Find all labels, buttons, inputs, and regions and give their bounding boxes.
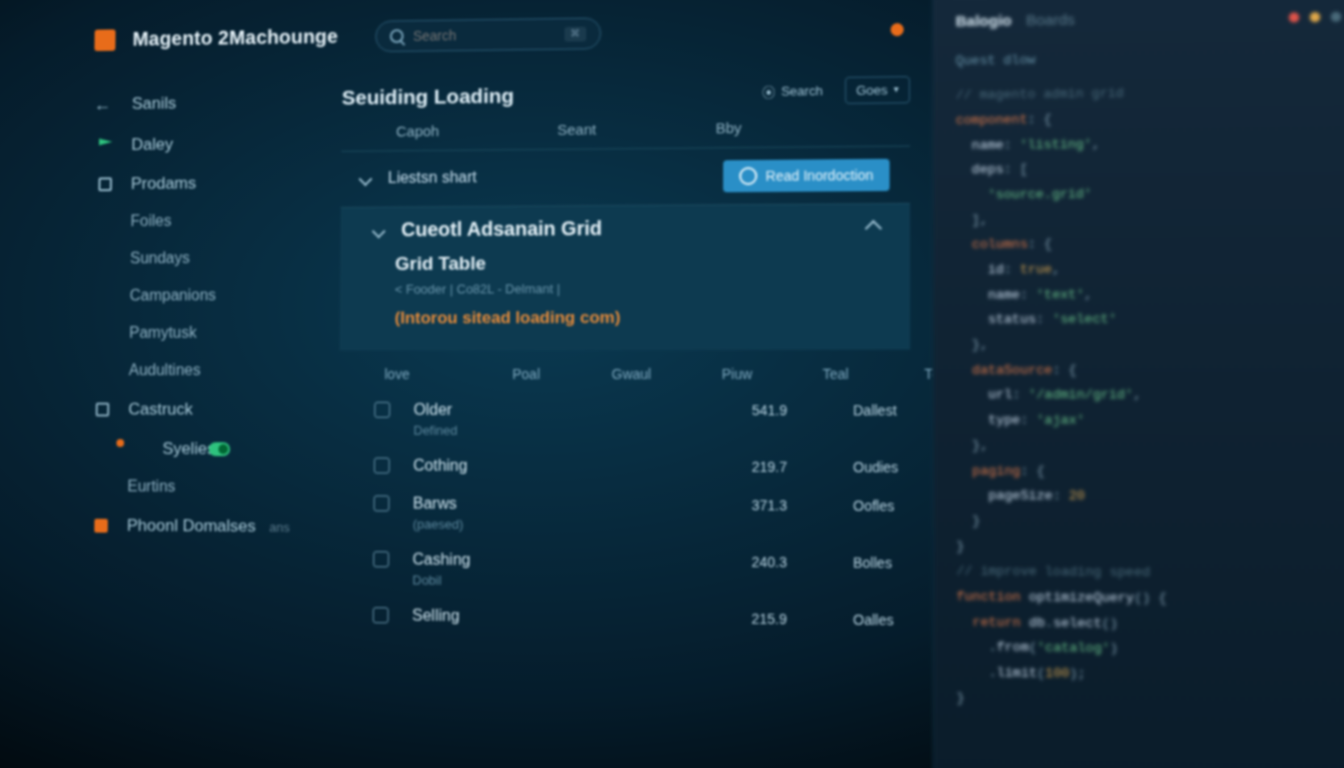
sidebar-item-label: Sundays — [130, 250, 190, 268]
grid-icon — [96, 403, 110, 417]
keyboard-shortcut-badge: ⌘ — [564, 26, 586, 41]
toolbar-search-button[interactable]: ⦿ Search — [752, 76, 833, 106]
chevron-down-icon — [359, 172, 373, 186]
col-header[interactable]: Poal — [512, 366, 601, 382]
tab-1[interactable]: Capoh — [396, 123, 439, 140]
chevron-down-icon: ▾ — [894, 84, 899, 95]
tab-2[interactable]: Seant — [557, 122, 596, 139]
checkbox[interactable] — [374, 495, 390, 511]
sidebar: ← Sanils Daley Prodams Foiles Sundays Campan… — [11, 69, 317, 767]
checkbox[interactable] — [374, 458, 390, 474]
expand-icon[interactable] — [1331, 12, 1342, 22]
section-expanded[interactable]: Cueotl Adsanain Grid — [340, 204, 909, 254]
search-icon — [390, 29, 404, 43]
section-label: Liestsn shart — [388, 169, 477, 188]
col-header[interactable]: Piuw — [722, 366, 813, 382]
sidebar-item[interactable]: Syelies — [15, 429, 314, 469]
table-row[interactable]: Selling215.9Oalles1dlm — [337, 597, 910, 641]
sidebar-item[interactable]: Sundays — [17, 240, 315, 279]
sidebar-item[interactable]: Eurtins — [14, 468, 313, 507]
checkbox[interactable] — [373, 607, 389, 623]
code-subtitle: Quest dlow — [956, 44, 1342, 74]
row-sublabel: Defined — [413, 423, 531, 438]
main-content: Seuiding Loading ⦿ Search Goes ▾ Capoh — [311, 61, 933, 768]
table-row[interactable]: Barws(paesed)371.3Oofles7dlm — [338, 485, 910, 544]
code-panel: Balogio Boards Quest dlow // magento adm… — [932, 0, 1344, 768]
row-label: Barws — [413, 496, 532, 515]
sidebar-item-label: Audultines — [129, 362, 201, 380]
sidebar-item[interactable]: Pamytusk — [16, 315, 314, 353]
sidebar-item-label: Eurtins — [127, 479, 175, 497]
brand-logo — [94, 29, 115, 51]
col-header[interactable]: Teal — [823, 366, 915, 382]
warn-icon — [94, 519, 108, 533]
sidebar-item[interactable]: Audultines — [16, 352, 314, 390]
sidebar-back-label: Sanils — [132, 94, 177, 114]
square-icon — [98, 177, 112, 191]
arrow-up-icon[interactable] — [865, 219, 882, 236]
table-row[interactable]: CashingDobil240.3Bolles1dlm — [338, 541, 911, 602]
sidebar-item-label: Castruck — [128, 400, 193, 420]
sidebar-item[interactable]: Foiles — [18, 202, 316, 241]
checkbox[interactable] — [373, 551, 389, 567]
table-row[interactable]: OlderDefined541.9Dallest1dlm — [339, 392, 910, 449]
detail-breadcrumb: < Fooder | Co82L - Delmant | — [395, 280, 876, 297]
sidebar-item-label: Campanions — [130, 287, 217, 305]
row-sublabel: (paesed) — [413, 517, 532, 533]
sidebar-item[interactable]: Castruck — [15, 390, 314, 430]
toolbar-filter-button[interactable]: Goes ▾ — [845, 76, 910, 104]
col-header[interactable]: Gwaul — [612, 366, 712, 382]
header: Magento 2Machounge ⌘ — [20, 0, 932, 72]
detail-title: Grid Table — [395, 252, 875, 276]
row-label: Older — [414, 402, 532, 420]
toggle-icon — [209, 442, 230, 456]
primary-action-button[interactable]: Read Inordoction — [723, 159, 889, 192]
page-title: Seuiding Loading — [342, 84, 514, 110]
sidebar-item-label: Phoonl Domalses — [127, 516, 256, 537]
search-input[interactable]: ⌘ — [375, 17, 601, 52]
sidebar-back[interactable]: ← Sanils — [19, 82, 316, 124]
col-header[interactable]: love — [384, 366, 502, 382]
close-icon[interactable] — [1289, 13, 1300, 23]
row-label: Cothing — [413, 458, 532, 476]
detail-warning: (Intorou sitead loading com) — [395, 307, 876, 328]
sidebar-item[interactable]: Phoonl Domalses ans — [14, 506, 313, 547]
arrow-left-icon: ← — [94, 96, 111, 114]
table-row[interactable]: Cothing219.7Oudies1dlm — [339, 448, 911, 488]
row-sublabel: Dobil — [412, 573, 531, 589]
brand-title: Magento 2Machounge — [133, 26, 339, 51]
checkbox[interactable] — [374, 402, 390, 418]
sidebar-item-label: Prodams — [131, 174, 196, 194]
sidebar-item[interactable]: Daley — [19, 124, 316, 166]
minimize-icon[interactable] — [1310, 12, 1321, 22]
tab-3[interactable]: Bby — [716, 120, 742, 137]
code-body: // magento admin gridcomponent: { name: … — [956, 79, 1344, 716]
row-label: Selling — [412, 608, 531, 627]
sidebar-item-label: Syelies — [162, 439, 215, 459]
sidebar-item-label: Daley — [131, 135, 173, 155]
badge-icon — [116, 439, 124, 447]
code-tab-active[interactable]: Balogio — [956, 7, 1012, 36]
section-collapsed[interactable]: Liestsn shart Read Inordoction — [341, 146, 910, 208]
flag-icon — [99, 138, 113, 152]
search-icon: ⦿ — [762, 82, 775, 101]
row-label: Cashing — [412, 552, 531, 571]
notification-icon[interactable] — [891, 23, 904, 36]
sidebar-item[interactable]: Prodams — [18, 163, 316, 205]
code-tab-inactive[interactable]: Boards — [1026, 6, 1075, 35]
sidebar-item-label: Foiles — [130, 213, 171, 231]
detail-panel: Grid Table < Fooder | Co82L - Delmant | … — [340, 251, 910, 350]
sidebar-item[interactable]: Campanions — [17, 277, 315, 315]
grid-header: love Poal Gwaul Piuw Teal Teal — [339, 350, 910, 393]
search-field[interactable] — [413, 26, 554, 44]
chevron-down-icon — [372, 224, 386, 238]
section-expanded-label: Cueotl Adsanain Grid — [401, 218, 602, 242]
sidebar-item-label: Pamytusk — [129, 325, 197, 343]
